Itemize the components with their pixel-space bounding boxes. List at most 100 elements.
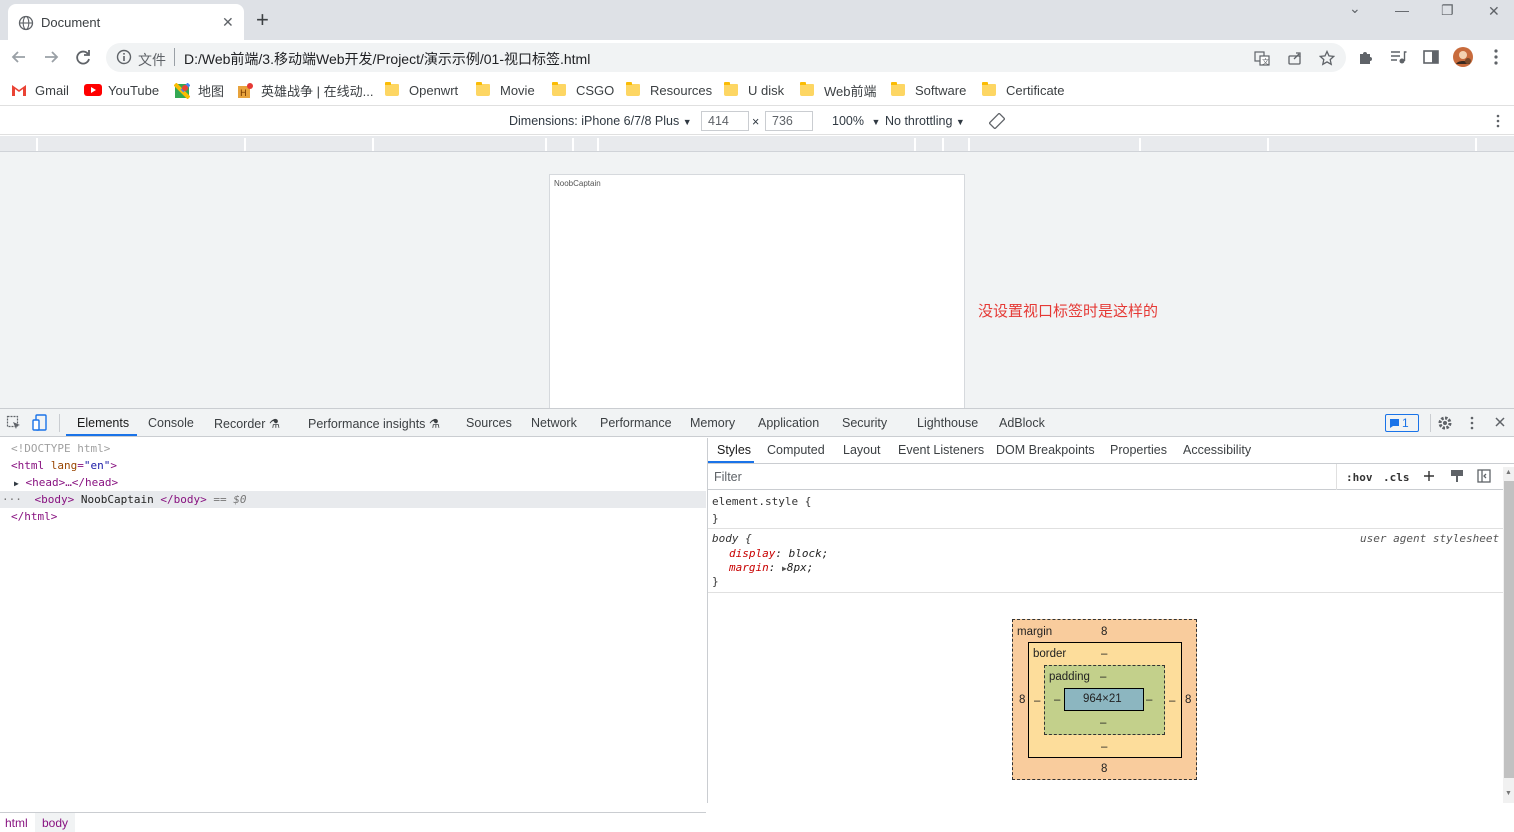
translate-icon[interactable]: 文 bbox=[1254, 50, 1270, 66]
address-bar[interactable]: 文件 D:/Web前端/3.移动端Web开发/Project/演示示例/01-视… bbox=[106, 43, 1346, 72]
side-panel-icon[interactable] bbox=[1422, 48, 1440, 66]
new-style-rule-icon[interactable] bbox=[1422, 469, 1436, 483]
padding-bottom-value[interactable]: – bbox=[1100, 717, 1106, 729]
toggle-sidebar-icon[interactable] bbox=[1477, 469, 1491, 483]
tab-performance-insights[interactable]: Performance insights ⚗ bbox=[308, 416, 440, 431]
zoom-select[interactable]: 100% ▼ bbox=[832, 114, 880, 128]
devtools-more-icon[interactable] bbox=[1467, 415, 1477, 431]
device-more-icon[interactable] bbox=[1493, 113, 1503, 129]
body-rule-selector[interactable]: body { bbox=[712, 532, 752, 545]
share-icon[interactable] bbox=[1287, 50, 1303, 66]
tab-sources[interactable]: Sources bbox=[466, 416, 512, 430]
back-button[interactable] bbox=[8, 46, 30, 68]
breadcrumb-html[interactable]: html bbox=[5, 816, 28, 830]
margin-top-value[interactable]: 8 bbox=[1101, 626, 1107, 638]
bookmark-folder-openwrt[interactable]: Openwrt bbox=[385, 82, 458, 98]
device-toggle-icon[interactable] bbox=[32, 414, 48, 432]
tab-memory[interactable]: Memory bbox=[690, 416, 735, 430]
reload-button[interactable] bbox=[72, 46, 94, 68]
paint-bucket-icon[interactable] bbox=[1450, 469, 1464, 483]
node-actions-dots[interactable]: ··· bbox=[2, 493, 22, 506]
tab-recorder[interactable]: Recorder ⚗ bbox=[214, 416, 280, 431]
dom-head-node[interactable]: ▶ <head>…</head> bbox=[0, 474, 706, 491]
extensions-icon[interactable] bbox=[1357, 48, 1375, 66]
throttling-select[interactable]: No throttling ▼ bbox=[885, 114, 965, 128]
padding-top-value[interactable]: – bbox=[1100, 671, 1106, 683]
minimize-button[interactable]: — bbox=[1395, 2, 1409, 18]
bookmark-gmail[interactable]: Gmail bbox=[11, 82, 69, 98]
tab-search-icon[interactable]: ⌄ bbox=[1349, 0, 1361, 17]
bookmark-folder-resources[interactable]: Resources bbox=[626, 82, 712, 98]
padding-left-value[interactable]: – bbox=[1054, 694, 1060, 706]
element-style-rule[interactable]: element.style { bbox=[712, 495, 811, 508]
url-text[interactable]: D:/Web前端/3.移动端Web开发/Project/演示示例/01-视口标签… bbox=[184, 49, 590, 69]
padding-right-value[interactable]: – bbox=[1146, 694, 1152, 706]
tab-security[interactable]: Security bbox=[842, 416, 887, 430]
bookmark-folder-movie[interactable]: Movie bbox=[476, 82, 535, 98]
issues-badge[interactable]: 1 bbox=[1385, 414, 1419, 432]
hov-toggle[interactable]: :hov bbox=[1346, 471, 1373, 484]
scroll-up-arrow-icon[interactable]: ▲ bbox=[1505, 469, 1512, 476]
styles-scrollbar-thumb[interactable] bbox=[1504, 481, 1514, 778]
device-dimensions-select[interactable]: Dimensions: iPhone 6/7/8 Plus ▼ bbox=[509, 114, 692, 128]
settings-gear-icon[interactable] bbox=[1437, 415, 1453, 431]
media-query-bar[interactable] bbox=[0, 136, 1514, 152]
site-info-icon[interactable] bbox=[116, 49, 132, 65]
margin-declaration[interactable]: margin: ▶8px; bbox=[729, 561, 813, 574]
device-screen[interactable]: NoobCaptain bbox=[549, 174, 965, 408]
breadcrumb-body[interactable]: body bbox=[35, 813, 76, 832]
tab-accessibility[interactable]: Accessibility bbox=[1183, 443, 1251, 457]
cls-toggle[interactable]: .cls bbox=[1383, 471, 1410, 484]
dom-html-close[interactable]: </html> bbox=[0, 508, 706, 525]
browser-tab[interactable]: Document ✕ bbox=[8, 4, 244, 40]
bookmark-game[interactable]: H 英雄战争 | 在线动... bbox=[237, 82, 373, 99]
tab-dom-breakpoints[interactable]: DOM Breakpoints bbox=[996, 443, 1095, 457]
bookmark-folder-udisk[interactable]: U disk bbox=[724, 82, 784, 98]
profile-avatar[interactable] bbox=[1452, 46, 1474, 68]
tab-network[interactable]: Network bbox=[531, 416, 577, 430]
bookmark-youtube[interactable]: YouTube bbox=[84, 82, 159, 98]
styles-filter-input[interactable]: Filter bbox=[714, 470, 742, 484]
box-model-content[interactable]: 964×21 bbox=[1064, 688, 1144, 711]
tab-application[interactable]: Application bbox=[758, 416, 819, 430]
bookmark-star-icon[interactable] bbox=[1319, 50, 1335, 66]
chrome-menu-icon[interactable] bbox=[1488, 48, 1504, 66]
rotate-icon[interactable] bbox=[989, 113, 1005, 129]
tab-elements[interactable]: Elements bbox=[77, 416, 129, 430]
viewport-width-input[interactable]: 414 bbox=[701, 111, 749, 131]
maximize-button[interactable]: ❐ bbox=[1441, 2, 1454, 19]
margin-bottom-value[interactable]: 8 bbox=[1101, 763, 1107, 775]
dom-body-node-selected[interactable]: ··· <body> NoobCaptain </body> == $0 bbox=[0, 491, 706, 508]
dom-doctype-node[interactable]: <!DOCTYPE html> bbox=[0, 440, 706, 457]
tab-styles[interactable]: Styles bbox=[717, 443, 751, 457]
border-bottom-value[interactable]: – bbox=[1101, 741, 1107, 753]
tab-event-listeners[interactable]: Event Listeners bbox=[898, 443, 984, 457]
scroll-down-arrow-icon[interactable]: ▼ bbox=[1505, 790, 1512, 797]
tab-layout[interactable]: Layout bbox=[843, 443, 881, 457]
border-right-value[interactable]: – bbox=[1169, 695, 1175, 707]
inspect-element-icon[interactable] bbox=[6, 415, 22, 431]
bookmark-maps[interactable]: 地图 bbox=[174, 82, 224, 99]
forward-button[interactable] bbox=[40, 46, 62, 68]
box-model-border[interactable]: border – – – – padding – – – – 964×21 bbox=[1028, 642, 1182, 758]
tab-properties[interactable]: Properties bbox=[1110, 443, 1167, 457]
devtools-close-icon[interactable] bbox=[1494, 415, 1506, 429]
box-model-padding[interactable]: padding – – – – 964×21 bbox=[1044, 665, 1165, 735]
expand-triangle-icon[interactable]: ▶ bbox=[14, 479, 19, 488]
tab-adblock[interactable]: AdBlock bbox=[999, 416, 1045, 430]
new-tab-button[interactable]: + bbox=[256, 9, 269, 31]
bookmark-folder-csgo[interactable]: CSGO bbox=[552, 82, 614, 98]
dom-html-node[interactable]: <html lang="en"> bbox=[0, 457, 706, 474]
tab-performance[interactable]: Performance bbox=[600, 416, 672, 430]
tab-computed[interactable]: Computed bbox=[767, 443, 825, 457]
tab-console[interactable]: Console bbox=[148, 416, 194, 430]
bookmark-folder-software[interactable]: Software bbox=[891, 82, 966, 98]
bookmark-folder-certificate[interactable]: Certificate bbox=[982, 82, 1065, 98]
tab-close-icon[interactable]: ✕ bbox=[222, 14, 234, 31]
border-top-value[interactable]: – bbox=[1101, 648, 1107, 660]
box-model-margin[interactable]: margin 8 8 8 8 border – – – – padding – … bbox=[1012, 619, 1197, 780]
window-close-button[interactable]: ✕ bbox=[1488, 3, 1500, 20]
border-left-value[interactable]: – bbox=[1034, 695, 1040, 707]
margin-right-value[interactable]: 8 bbox=[1185, 694, 1191, 706]
margin-left-value[interactable]: 8 bbox=[1019, 694, 1025, 706]
